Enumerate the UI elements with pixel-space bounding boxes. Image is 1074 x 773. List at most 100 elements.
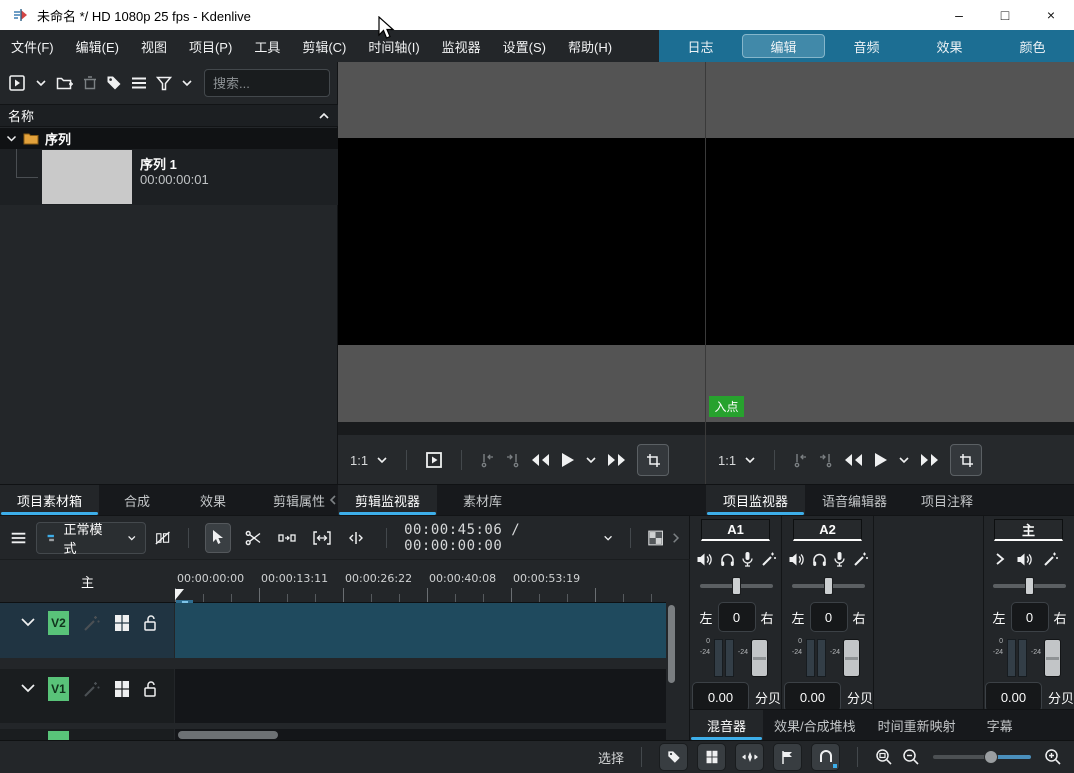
workspace-tab-effects[interactable]: 效果 bbox=[908, 30, 991, 62]
timecode-display[interactable]: 00:00:45:06 / 00:00:00:00 bbox=[404, 522, 594, 554]
workspace-tab-audio[interactable]: 音频 bbox=[825, 30, 908, 62]
tab-clip-properties[interactable]: 剪辑属性 bbox=[251, 485, 335, 515]
track-v1-header[interactable]: V1 bbox=[0, 669, 174, 723]
show-channels-chevron-icon[interactable] bbox=[995, 552, 1005, 566]
maximize-button[interactable]: □ bbox=[982, 0, 1028, 30]
effects-wand-icon[interactable] bbox=[761, 551, 777, 567]
play-button[interactable] bbox=[560, 452, 575, 468]
tab-mixer[interactable]: 混音器 bbox=[690, 710, 763, 740]
mute-speaker-icon[interactable] bbox=[1016, 552, 1033, 567]
slider-knob[interactable] bbox=[732, 577, 741, 595]
balance-spinbox[interactable]: 0 bbox=[1011, 602, 1049, 632]
tab-effects[interactable]: 效果 bbox=[175, 485, 251, 515]
filter-icon[interactable] bbox=[156, 76, 172, 91]
delete-icon[interactable] bbox=[83, 75, 97, 91]
volume-fader[interactable] bbox=[843, 639, 860, 677]
project-monitor-seekbar[interactable] bbox=[706, 422, 1074, 435]
balance-spinbox[interactable]: 0 bbox=[718, 602, 756, 632]
track-collapse-icon[interactable] bbox=[20, 683, 36, 693]
bin-folder-row[interactable]: 序列 bbox=[0, 128, 338, 149]
zoom-slider-knob[interactable] bbox=[984, 750, 998, 764]
lock-open-icon[interactable] bbox=[143, 680, 158, 698]
tab-effect-stack[interactable]: 效果/合成堆栈 bbox=[763, 710, 867, 740]
menu-tools[interactable]: 工具 bbox=[243, 30, 291, 62]
slip-tool-button[interactable] bbox=[344, 523, 370, 553]
balance-slider[interactable] bbox=[700, 577, 773, 595]
zoom-out-button[interactable] bbox=[902, 748, 920, 766]
play-options-chevron-icon[interactable] bbox=[898, 456, 910, 464]
add-clip-icon[interactable] bbox=[8, 74, 26, 92]
gain-spinbox[interactable]: 0.00 bbox=[784, 682, 841, 712]
track-thumbnails-film-icon[interactable] bbox=[113, 614, 131, 632]
timeline-vertical-scrollbar[interactable] bbox=[668, 605, 675, 683]
tab-compositions[interactable]: 合成 bbox=[99, 485, 175, 515]
menu-edit[interactable]: 编辑(E) bbox=[65, 30, 130, 62]
balance-slider[interactable] bbox=[792, 577, 865, 595]
create-folder-icon[interactable] bbox=[56, 75, 74, 91]
forward-button[interactable] bbox=[607, 453, 627, 467]
folder-expand-chevron-icon[interactable] bbox=[6, 135, 17, 142]
mute-speaker-icon[interactable] bbox=[696, 552, 713, 567]
tab-clip-monitor[interactable]: 剪辑监视器 bbox=[338, 485, 437, 515]
track-effects-wand-icon[interactable] bbox=[83, 680, 101, 698]
gain-spinbox[interactable]: 0.00 bbox=[985, 682, 1042, 712]
tag-icon[interactable] bbox=[106, 75, 122, 91]
zoom-in-button[interactable] bbox=[1044, 748, 1062, 766]
effects-wand-icon[interactable] bbox=[1043, 551, 1059, 567]
track-v2-header[interactable]: V2 bbox=[0, 603, 174, 658]
menu-clip[interactable]: 剪辑(C) bbox=[291, 30, 357, 62]
menu-settings[interactable]: 设置(S) bbox=[492, 30, 557, 62]
bin-name-column-header[interactable]: 名称 bbox=[0, 104, 338, 127]
tab-project-monitor[interactable]: 项目监视器 bbox=[706, 485, 805, 515]
track-collapse-icon[interactable] bbox=[20, 617, 36, 627]
goto-in-icon[interactable] bbox=[793, 453, 808, 468]
menu-timeline[interactable]: 时间轴(I) bbox=[357, 30, 430, 62]
slider-knob[interactable] bbox=[1025, 577, 1034, 595]
track-label[interactable]: V1 bbox=[48, 677, 69, 701]
workspace-tab-editing[interactable]: 编辑 bbox=[742, 34, 825, 58]
menu-project[interactable]: 项目(P) bbox=[178, 30, 243, 62]
tab-library[interactable]: 素材库 bbox=[437, 485, 528, 515]
play-button[interactable] bbox=[873, 452, 888, 468]
track-v2-body[interactable] bbox=[175, 603, 666, 658]
tab-project-bin[interactable]: 项目素材箱 bbox=[0, 485, 99, 515]
close-button[interactable]: × bbox=[1028, 0, 1074, 30]
menu-monitor[interactable]: 监视器 bbox=[431, 30, 492, 62]
transparency-toggle-icon[interactable] bbox=[648, 529, 663, 547]
zoom-slider[interactable] bbox=[933, 750, 1031, 764]
tag-filter-button[interactable] bbox=[659, 743, 688, 771]
rewind-button[interactable] bbox=[530, 453, 550, 467]
goto-out-icon[interactable] bbox=[505, 453, 520, 468]
fit-zoom-button[interactable] bbox=[309, 523, 335, 553]
menu-view[interactable]: 视图 bbox=[130, 30, 178, 62]
master-track-header[interactable]: 主 bbox=[0, 560, 175, 603]
goto-in-icon[interactable] bbox=[480, 453, 495, 468]
video-thumbnails-toggle-button[interactable] bbox=[697, 743, 726, 771]
channel-name-tab[interactable]: A2 bbox=[793, 519, 862, 541]
goto-out-icon[interactable] bbox=[818, 453, 833, 468]
workspace-tab-logging[interactable]: 日志 bbox=[659, 30, 742, 62]
timeline-menu-icon[interactable] bbox=[10, 530, 27, 546]
tab-time-remap[interactable]: 时间重新映射 bbox=[867, 710, 967, 740]
monitor-overlay-button[interactable] bbox=[425, 451, 443, 469]
clip-monitor-seekbar[interactable] bbox=[338, 422, 705, 435]
search-input[interactable] bbox=[204, 69, 330, 97]
timeline-ruler[interactable]: 00:00:00:00 00:00:13:11 00:00:26:22 00:0… bbox=[175, 560, 666, 603]
volume-fader[interactable] bbox=[751, 639, 768, 677]
add-clip-chevron-icon[interactable] bbox=[35, 79, 47, 87]
playhead[interactable] bbox=[175, 589, 184, 600]
toolbar-overflow-chevron-icon[interactable] bbox=[672, 531, 680, 545]
zoom-fit-button[interactable] bbox=[875, 748, 893, 766]
gain-spinbox[interactable]: 0.00 bbox=[692, 682, 749, 712]
zone-button[interactable] bbox=[637, 444, 669, 476]
edit-mode-select[interactable]: 正常模式 bbox=[36, 522, 146, 554]
filter-chevron-icon[interactable] bbox=[181, 79, 193, 87]
monitor-scale-select[interactable]: 1:1 bbox=[350, 453, 388, 468]
forward-button[interactable] bbox=[920, 453, 940, 467]
solo-headphone-icon[interactable] bbox=[720, 552, 735, 567]
solo-headphone-icon[interactable] bbox=[812, 552, 827, 567]
menu-file[interactable]: 文件(F) bbox=[0, 30, 65, 62]
snap-toggle-button[interactable] bbox=[811, 743, 840, 771]
lock-open-icon[interactable] bbox=[143, 614, 158, 632]
effects-wand-icon[interactable] bbox=[853, 551, 869, 567]
